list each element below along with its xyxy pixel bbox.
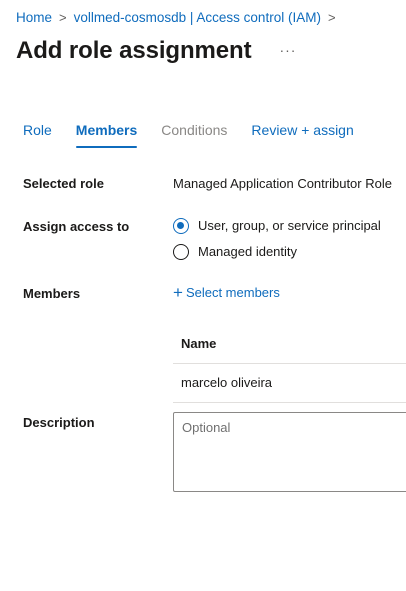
breadcrumb: Home > vollmed-cosmosdb | Access control…: [16, 9, 343, 27]
ellipsis-icon[interactable]: ···: [275, 41, 300, 59]
breadcrumb-iam-link[interactable]: vollmed-cosmosdb | Access control (IAM): [74, 9, 321, 27]
wizard-tabs: Role Members Conditions Review + assign: [23, 120, 378, 148]
tab-review-assign[interactable]: Review + assign: [251, 120, 353, 148]
chevron-right-icon: >: [59, 10, 67, 25]
table-header-name: Name: [173, 325, 406, 364]
radio-managed-identity-label: Managed identity: [198, 244, 298, 259]
radio-checked-icon[interactable]: [173, 218, 189, 234]
select-members-label: Select members: [185, 285, 280, 300]
page-title: Add role assignment: [16, 37, 252, 64]
radio-managed-identity[interactable]: Managed identity: [173, 243, 297, 261]
select-members-button[interactable]: + Select members: [173, 284, 280, 302]
tab-conditions: Conditions: [161, 122, 228, 138]
members-label: Members: [23, 286, 81, 301]
assign-access-label: Assign access to: [23, 219, 130, 234]
tab-members[interactable]: Members: [75, 120, 138, 148]
description-field[interactable]: [173, 412, 406, 492]
members-table: Name marcelo oliveira: [173, 325, 406, 403]
breadcrumb-home-link[interactable]: Home: [16, 9, 52, 27]
description-label: Description: [23, 415, 95, 430]
tab-role[interactable]: Role: [23, 120, 52, 148]
table-row[interactable]: marcelo oliveira: [173, 364, 406, 403]
radio-user-group-sp[interactable]: User, group, or service principal: [173, 217, 381, 235]
chevron-right-icon: >: [327, 10, 336, 25]
plus-icon: +: [173, 283, 183, 302]
selected-role-label: Selected role: [23, 176, 104, 191]
add-role-assignment-page: Home > vollmed-cosmosdb | Access control…: [0, 0, 406, 591]
radio-unchecked-icon[interactable]: [173, 244, 189, 260]
selected-role-value: Managed Application Contributor Role: [173, 176, 392, 191]
title-row: Add role assignment ···: [16, 34, 300, 68]
radio-user-group-sp-label: User, group, or service principal: [198, 218, 381, 233]
